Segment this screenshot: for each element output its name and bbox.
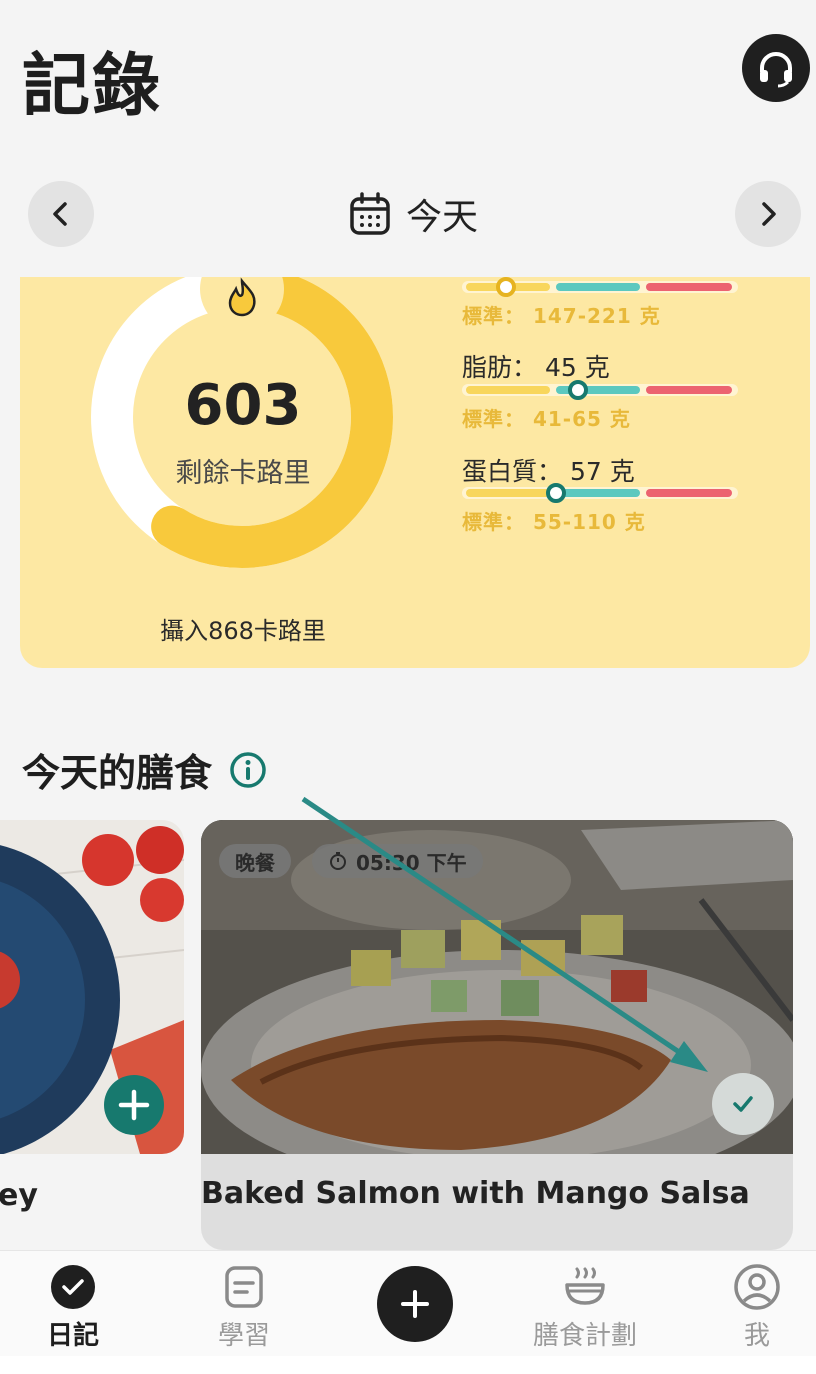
meals-section-title: 今天的膳食: [22, 742, 268, 797]
flame-icon: [228, 277, 256, 317]
carbs-bar: [462, 277, 738, 297]
tab-learn-label: 學習: [217, 1321, 270, 1351]
bowl-icon: [565, 1267, 605, 1305]
protein-marker: [545, 483, 566, 503]
bottom-tab-bar: 日記 學習 膳食計劃 我: [0, 1250, 816, 1356]
date-label: 今天: [406, 197, 479, 238]
document-icon: [225, 1266, 263, 1308]
tab-learn[interactable]: 學習: [184, 1263, 304, 1352]
protein-standard: 標準： 55-110 克: [462, 510, 646, 534]
carbs-standard: 標準： 147-221 克: [462, 304, 661, 328]
meal-name-previous: ey: [0, 1178, 38, 1213]
meal-time-text: 05:30 下午: [356, 850, 467, 875]
previous-day-button[interactable]: [28, 181, 94, 247]
check-circle-icon: [51, 1265, 95, 1309]
chevron-right-icon: [762, 202, 776, 226]
meals-title-text: 今天的膳食: [22, 751, 213, 795]
fat-marker: [567, 380, 588, 400]
headset-icon: [760, 52, 792, 88]
add-meal-button[interactable]: [104, 1075, 164, 1135]
tab-me-label: 我: [743, 1321, 770, 1351]
plus-icon: [401, 1290, 429, 1318]
stopwatch-icon: [330, 852, 346, 870]
plus-icon: [118, 1089, 150, 1121]
fat-standard: 標準： 41-65 克: [462, 407, 631, 431]
intake-calories: 攝入868卡路里: [160, 617, 326, 645]
page-title: 記錄: [22, 47, 163, 126]
bottom-strip: [0, 1356, 816, 1374]
meal-name: Baked Salmon with Mango Salsa: [201, 1176, 750, 1211]
next-day-button[interactable]: [735, 181, 801, 247]
customer-support-button[interactable]: [742, 34, 810, 102]
meal-photo: [201, 820, 793, 1154]
remaining-calories-value: 603: [184, 373, 302, 438]
protein-bar: [462, 483, 738, 503]
tab-me[interactable]: 我: [697, 1263, 816, 1352]
tab-diary[interactable]: 日記: [13, 1263, 133, 1352]
remaining-calories-label: 剩餘卡路里: [175, 458, 311, 489]
checkmark-icon: [733, 1096, 753, 1112]
calorie-summary-card: 603 剩餘卡路里 攝入868卡路里: [20, 277, 810, 668]
tab-meal-plan-label: 膳食計劃: [532, 1321, 637, 1351]
chevron-left-icon: [53, 202, 67, 226]
profile-icon: [734, 1264, 780, 1310]
meal-time-tag: 05:30 下午: [312, 844, 483, 878]
add-entry-button[interactable]: [377, 1266, 453, 1342]
info-icon[interactable]: [228, 750, 268, 790]
protein-label: 蛋白質： 57 克: [462, 457, 635, 486]
tab-meal-plan[interactable]: 膳食計劃: [525, 1263, 645, 1352]
meal-type-tag: 晚餐: [219, 844, 291, 878]
meal-card-dinner[interactable]: 晚餐 05:30 下午 Baked Salmon with Mango Sals…: [201, 820, 793, 1250]
date-selector[interactable]: 今天: [348, 188, 478, 240]
calendar-icon: [350, 192, 390, 235]
fat-label: 脂肪： 45 克: [462, 353, 610, 382]
tab-diary-label: 日記: [46, 1321, 99, 1351]
fat-bar: [462, 380, 738, 400]
meal-logged-check-button[interactable]: [712, 1073, 774, 1135]
